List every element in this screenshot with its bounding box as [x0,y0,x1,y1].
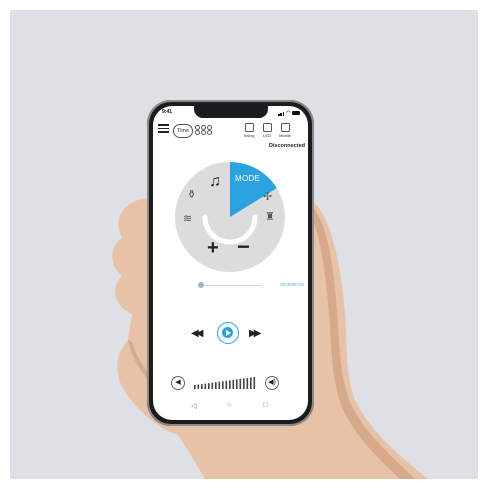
swing-icon [244,123,254,132]
volume-bar [236,379,238,389]
volume-bar [215,382,217,389]
volume-bar [239,378,242,389]
phone-frame: 9:41 ◠ Time Swing LED Mobile Disconnecte… [147,100,314,426]
progress-knob[interactable] [198,282,204,288]
minus-button[interactable]: − [237,236,250,258]
wifi-icon: ◠ [286,110,291,116]
plus-button[interactable]: + [207,238,219,258]
mobile-icon [280,123,290,132]
next-icon[interactable]: ▶▶ [249,328,262,339]
signal-icon [278,110,285,116]
transport-controls: ◀◀ ▶▶ [191,322,271,346]
volume-bar [204,383,207,389]
play-button[interactable] [217,322,239,344]
home-icon[interactable]: ○ [227,402,231,409]
recents-icon[interactable]: □ [263,402,267,409]
water-wave-icon[interactable]: ≋ [183,214,192,225]
previous-icon[interactable]: ◀◀ [191,328,204,339]
volume-bar [246,377,249,389]
volume-control: ◀ ◀) [171,376,291,390]
play-icon [226,329,231,336]
connection-status: Disconnected [268,143,305,149]
volume-level-bars[interactable] [194,377,258,389]
progress-slider[interactable]: 00:00/00:00 [198,282,304,288]
volume-bar [253,377,256,389]
volume-bar [208,383,210,389]
app-screen: 9:41 ◠ Time Swing LED Mobile Disconnecte… [153,106,308,420]
volume-bar [197,384,200,389]
volume-bar [218,381,221,389]
swing-button[interactable]: Swing [242,123,256,138]
menu-icon[interactable] [158,124,169,135]
volume-bar [232,379,235,389]
app-toolbar: Time Swing LED Mobile [158,122,304,140]
volume-bar [201,384,203,389]
led-button[interactable]: LED [260,123,274,138]
mode-segment[interactable] [230,162,277,217]
led-icon [262,123,272,132]
volume-bar [243,378,245,389]
preset-dots-icon[interactable] [195,125,215,135]
android-nav-bar: ◁ ○ □ [183,402,279,412]
mobile-button[interactable]: Mobile [278,123,292,138]
volume-bar [250,377,252,389]
fan-icon[interactable]: ✢ [263,192,272,203]
volume-bar [222,381,224,389]
volume-bar [194,385,196,389]
nozzle-icon[interactable]: ♜ [265,212,275,223]
volume-up-icon[interactable]: ◀) [265,376,279,390]
volume-down-icon[interactable]: ◀ [171,376,185,390]
volume-bar [229,380,231,389]
battery-icon [292,111,300,115]
status-time: 9:41 [162,109,173,115]
phone-notch [194,106,268,118]
progress-status: 00:00/00:00 [280,282,304,287]
time-button[interactable]: Time [173,124,193,138]
volume-bar [211,382,214,389]
mode-label: MODE [235,174,261,183]
back-icon[interactable]: ◁ [191,402,196,410]
progress-track [202,284,262,286]
volume-bar [225,380,228,389]
music-note-icon[interactable]: ♫ [209,174,221,190]
control-wheel[interactable]: MODE ♫ ✢ ♜ ⚱ ≋ + − [175,162,285,272]
product-photo: 9:41 ◠ Time Swing LED Mobile Disconnecte… [10,10,478,479]
bottle-icon[interactable]: ⚱ [187,190,196,201]
